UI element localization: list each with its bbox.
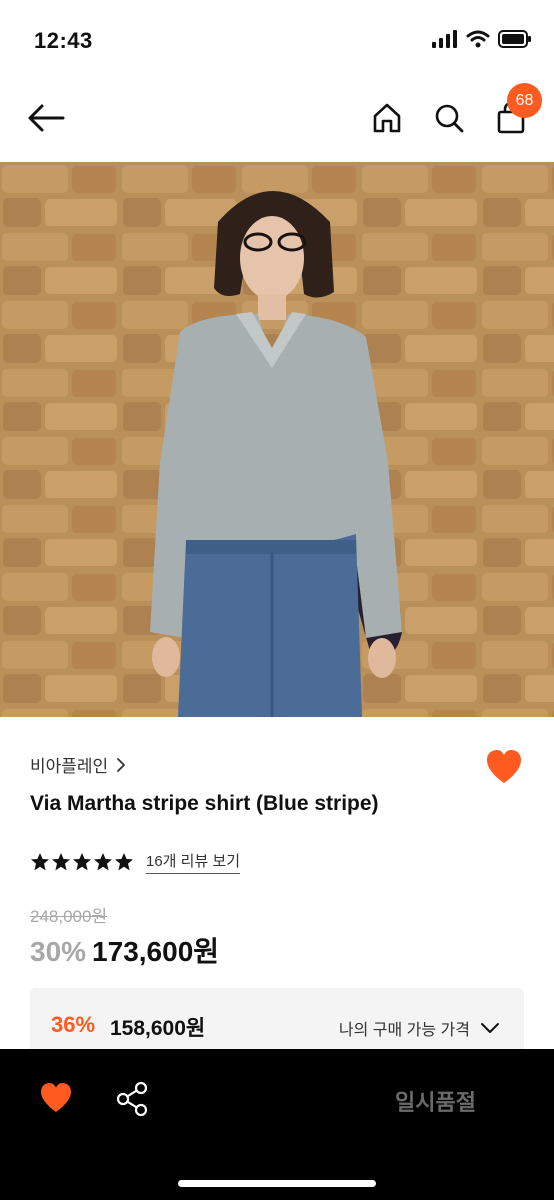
rating-row: 16개 리뷰 보기 — [30, 850, 241, 874]
original-price: 248,000원 — [30, 907, 108, 926]
chevron-right-icon — [117, 757, 126, 772]
soldout-button[interactable]: 일시품절 — [395, 1085, 476, 1117]
battery-icon — [498, 30, 531, 48]
cart-count-badge: 68 — [507, 83, 542, 118]
search-button[interactable] — [427, 96, 471, 140]
price-row: 30% 173,600원 — [30, 930, 219, 970]
chevron-down-icon — [481, 1023, 499, 1033]
product-photo — [0, 162, 554, 717]
discount-rate: 30% — [30, 936, 87, 967]
like-button[interactable] — [484, 748, 524, 786]
member-price: 158,600원 — [110, 1017, 206, 1040]
home-button[interactable] — [365, 96, 409, 140]
review-link[interactable]: 16개 리뷰 보기 — [146, 850, 241, 874]
star-icon — [31, 853, 49, 871]
share-button[interactable] — [112, 1079, 152, 1119]
status-icons — [432, 30, 532, 48]
brand-link[interactable]: 비아플레인 — [30, 752, 126, 777]
status-bar: 12:43 — [0, 0, 554, 80]
member-discount-rate: 36% — [51, 1012, 96, 1037]
brand-name: 비아플레인 — [30, 757, 109, 776]
star-icon — [94, 853, 112, 871]
signal-icon — [432, 30, 457, 48]
nav-bar — [0, 80, 554, 162]
member-price-label: 나의 구매 가능 가격 — [338, 1022, 470, 1039]
product-title: Via Martha stripe shirt (Blue stripe) — [30, 792, 379, 815]
member-price-toggle[interactable]: 나의 구매 가능 가격 — [339, 1016, 500, 1040]
star-icon — [73, 853, 91, 871]
back-arrow-icon — [28, 104, 65, 132]
share-icon — [116, 1081, 148, 1117]
status-time: 12:43 — [34, 28, 93, 53]
sale-price: 173,600원 — [92, 936, 220, 967]
home-indicator — [178, 1180, 376, 1187]
back-button[interactable] — [24, 96, 68, 140]
heart-icon — [41, 1083, 71, 1112]
rating-stars — [30, 852, 134, 872]
heart-icon — [487, 750, 521, 783]
star-icon — [115, 853, 133, 871]
bottom-action-bar: 일시품절 — [0, 1049, 554, 1200]
star-icon — [52, 853, 70, 871]
product-image[interactable] — [0, 162, 554, 717]
bottom-like-button[interactable] — [36, 1079, 76, 1119]
wifi-icon — [466, 30, 490, 48]
home-icon — [373, 103, 401, 133]
search-icon — [435, 104, 464, 133]
